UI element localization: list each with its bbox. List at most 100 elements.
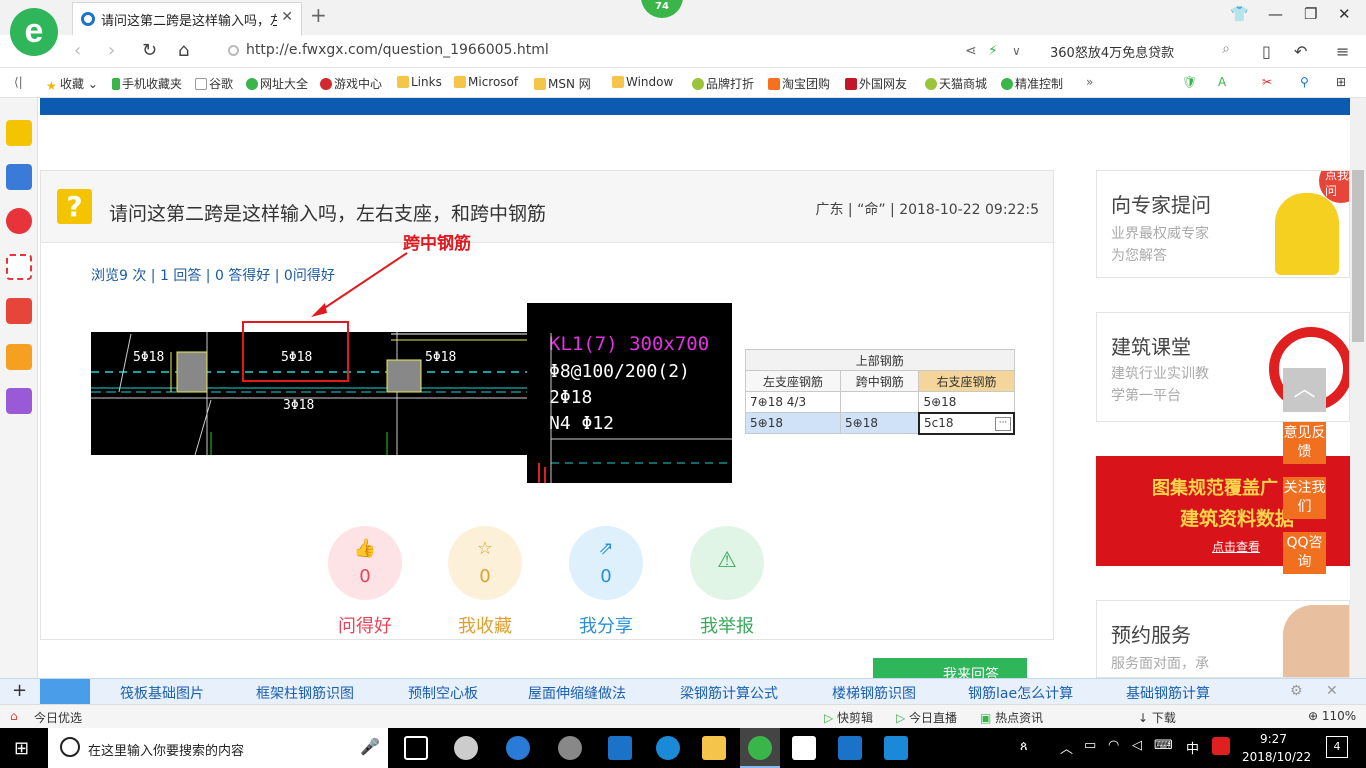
sogou-icon[interactable] [1212,737,1230,755]
question-stats[interactable]: 浏览9 次 | 1 回答 | 0 答得好 | 0问得好 [91,265,335,285]
news-icon[interactable] [6,164,32,190]
microphone-icon[interactable]: 🎤 [360,737,380,756]
feedback-button[interactable]: 意见反馈 [1283,422,1326,464]
bookmark-links[interactable]: Links [397,75,442,89]
active-browser-task[interactable] [740,728,780,768]
bookmark-tmall[interactable]: 天猫商城 [925,75,987,92]
bookmark-favorites[interactable]: ★ 收藏 ⌄ [46,75,98,93]
restore-icon[interactable]: ❐ [1304,5,1317,23]
wifi-icon[interactable]: ◠ [1108,738,1119,753]
menu-icon[interactable]: ≡ [1336,42,1349,61]
settings-gear-icon[interactable]: ⚙ [1290,683,1303,699]
status-item[interactable]: ▷ 快剪辑 [824,709,873,726]
hot-link[interactable]: 预制空心板 [408,683,478,703]
bookmark-precise[interactable]: 精准控制 [1001,75,1063,92]
battery-icon[interactable]: ▭ [1084,738,1096,753]
back-icon[interactable]: ‹ [74,40,81,61]
task-view-icon[interactable] [404,736,428,760]
status-item[interactable]: ▷ 今日直播 [896,709,957,726]
mail-icon[interactable] [6,254,32,280]
url-field[interactable]: http://e.fwxgx.com/question_1966005.html [222,39,962,63]
banner-link[interactable]: 点击查看 [1212,538,1260,555]
search-box[interactable]: 360怒放4万免息贷款 ⌕ [1040,39,1240,63]
bookmark-foreign[interactable]: 外国网友 [845,75,907,92]
share-icon[interactable]: ⋖ [965,43,977,59]
hot-link[interactable]: 基础钢筋计算 [1126,683,1210,703]
windows-start-icon[interactable]: ⊞ [14,738,29,759]
back-to-top-icon[interactable]: ︿ [1283,368,1326,412]
hot-link[interactable]: 筏板基础图片 [120,683,204,703]
action-report[interactable]: ⚠ 我举报 [690,526,764,638]
bookmark-games[interactable]: 游戏中心 [320,75,382,92]
vertical-scrollbar[interactable] [1350,98,1366,678]
grid-cell[interactable]: 5⊕18 [745,412,841,434]
bookmark-microsoft[interactable]: Microsof [454,75,518,89]
magnifier-icon[interactable]: ⚲ [1300,75,1309,89]
ellipsis-button[interactable]: ··· [995,416,1011,431]
qq-consult-button[interactable]: QQ咨询 [1283,532,1326,574]
app-icon[interactable] [558,736,582,760]
grid-cell[interactable]: 7⊕18 4/3 [745,391,841,413]
search-icon[interactable]: ⌕ [1222,41,1230,57]
bookmark-google[interactable]: 谷歌 [195,75,233,92]
ime-lang[interactable]: 中 [1186,738,1199,757]
bookmark-nav[interactable]: 网址大全 [246,75,308,92]
ie2-icon[interactable] [656,736,680,760]
search-ring-icon[interactable] [40,679,90,705]
hot-link[interactable]: 梁钢筋计算公式 [680,683,778,703]
translate-icon[interactable]: A [1218,75,1226,89]
ie-icon[interactable] [506,736,530,760]
game-controller-icon[interactable] [6,298,32,324]
badge-counter[interactable]: 74 [641,0,683,18]
tab-close-icon[interactable]: ✕ [281,9,293,25]
lightning-icon[interactable]: ⚡ [988,43,998,59]
scroll-thumb[interactable] [1352,170,1364,342]
apps-icon[interactable]: ⊞ [1336,75,1346,89]
bookmark-windows[interactable]: Window [612,75,673,89]
status-item[interactable]: ▣ 热点资讯 [980,709,1043,726]
share-circle[interactable]: ⇗ 0 [569,526,643,600]
report-circle[interactable]: ⚠ [690,526,764,600]
phone-icon[interactable]: ▯ [1262,42,1271,61]
people-icon[interactable]: ጰ [1020,739,1028,754]
action-favorite[interactable]: ☆ 0 我收藏 [448,526,522,638]
weibo-icon[interactable] [6,208,32,234]
home-icon[interactable]: ⌂ [178,40,189,61]
new-tab-icon[interactable]: + [310,3,327,27]
close-window-icon[interactable]: ✕ [1338,5,1351,23]
hot-link[interactable]: 屋面伸缩缝做法 [528,683,626,703]
volume-icon[interactable]: ◁ [1132,738,1142,753]
close-bar-icon[interactable]: ✕ [1326,683,1338,699]
grid-cell-active[interactable]: 5c18 ··· [917,411,1016,435]
hot-link[interactable]: 框架柱钢筋识图 [256,683,354,703]
sidebar-toggle-icon[interactable]: ⟨| [14,75,23,89]
add-icon[interactable]: + [12,680,27,701]
action-like[interactable]: 👍 0 问得好 [328,526,402,638]
action-share[interactable]: ⇗ 0 我分享 [569,526,643,638]
favorites-star-icon[interactable] [6,120,32,146]
browser-tab[interactable]: 请问这第二跨是这样输入吗，左右 ✕ [72,2,302,35]
zoom-level[interactable]: ⊕ 110% [1308,709,1356,723]
comic-icon[interactable] [6,388,32,414]
forward-icon[interactable]: › [108,40,115,61]
bookmark-taobao[interactable]: 淘宝团购 [768,75,830,92]
status-item[interactable]: ↓ 下载 [1138,709,1176,726]
more-bookmarks-icon[interactable]: » [1086,75,1093,89]
minimize-icon[interactable]: — [1268,5,1283,23]
g-app-icon[interactable] [838,736,862,760]
bookmark-msn[interactable]: MSN 网 [534,75,591,92]
status-left-text[interactable]: 今日优选 [34,709,82,726]
clock-time[interactable]: 9:27 [1260,732,1287,746]
chevron-down-icon[interactable]: ∨ [1012,44,1021,58]
refresh-icon[interactable]: ↻ [142,40,157,61]
bookmark-mobile[interactable]: 手机收藏夹 [112,75,182,92]
scissors-icon[interactable]: ✂ [1262,75,1272,89]
service-card[interactable]: 预约服务 服务面对面，承 [1096,600,1350,678]
browser-logo[interactable]: e [10,8,58,56]
plus-app-icon[interactable] [884,736,908,760]
action-center-icon[interactable]: 4 [1326,736,1348,758]
edge-icon[interactable] [608,736,632,760]
follow-button[interactable]: 关注我们 [1283,477,1326,519]
hot-link[interactable]: 楼梯钢筋识图 [832,683,916,703]
shield-icon[interactable]: 🛡 [1182,75,1197,89]
